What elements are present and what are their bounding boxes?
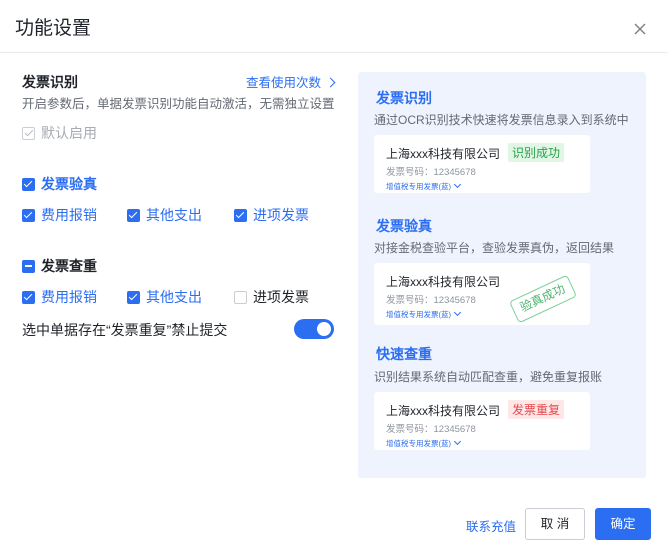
usage-count-link[interactable]: 查看使用次数 — [246, 72, 336, 91]
verification-option-label: 进项发票 — [253, 207, 309, 223]
duplicate-option-input[interactable]: 进项发票 — [234, 287, 309, 307]
toggle-knob — [317, 322, 331, 336]
invoice-company: 上海xxx科技有限公司 — [386, 275, 501, 289]
verification-option-input[interactable]: 进项发票 — [234, 205, 309, 225]
cancel-button[interactable]: 取 消 — [525, 508, 585, 540]
invoice-number: 发票号码：12345678 — [386, 167, 476, 178]
dialog-header: 功能设置 — [0, 0, 668, 53]
invoice-card: 上海xxx科技有限公司 识别成功 发票号码：12345678 增值税专用发票(蓝… — [374, 135, 590, 193]
preview-verification-description: 对接金税查验平台，查验发票真伪，返回结果 — [374, 241, 615, 255]
verification-checkbox[interactable]: 发票验真 — [22, 174, 97, 194]
checkbox-checked-icon — [22, 177, 35, 191]
status-badge: 识别成功 — [508, 143, 565, 162]
chevron-down-icon — [453, 437, 462, 446]
checkbox-checked-icon — [22, 208, 35, 222]
duplicate-option-expense[interactable]: 费用报销 — [22, 287, 97, 307]
invoice-card: 上海xxx科技有限公司 发票号码：12345678 增值税专用发票(蓝) 验真成… — [374, 263, 590, 325]
duplicate-title: 发票查重 — [41, 258, 97, 274]
invoice-type: 增值税专用发票(蓝) — [386, 437, 462, 449]
verified-stamp: 验真成功 — [508, 274, 578, 324]
dialog-title: 功能设置 — [15, 18, 92, 39]
close-icon[interactable] — [631, 20, 649, 38]
block-duplicate-setting: 选中单据存在“发票重复”禁止提交 — [22, 320, 227, 340]
duplicate-option-other[interactable]: 其他支出 — [127, 287, 202, 307]
duplicate-option-label: 费用报销 — [41, 289, 97, 305]
duplicate-option-label: 其他支出 — [146, 289, 202, 305]
invoice-type: 增值税专用发票(蓝) — [386, 308, 462, 320]
recognition-description: 开启参数后，单据发票识别功能自动激活，无需独立设置 — [22, 97, 335, 111]
preview-recognition-title: 发票识别 — [376, 90, 432, 106]
usage-count-label: 查看使用次数 — [246, 76, 322, 90]
invoice-type-label: 增值税专用发票(蓝) — [386, 182, 451, 191]
checkbox-checked-icon — [127, 290, 140, 304]
invoice-type: 增值税专用发票(蓝) — [386, 180, 462, 192]
chevron-right-icon — [325, 77, 336, 88]
default-enabled-label: 默认启用 — [41, 125, 97, 141]
recognition-title: 发票识别 — [22, 74, 78, 90]
checkbox-checked-icon — [22, 290, 35, 304]
invoice-type-label: 增值税专用发票(蓝) — [386, 310, 451, 319]
checkbox-unchecked-icon — [234, 290, 247, 304]
preview-verification-title: 发票验真 — [376, 218, 432, 234]
invoice-card: 上海xxx科技有限公司 发票重复 发票号码：12345678 增值税专用发票(蓝… — [374, 392, 590, 450]
preview-recognition-description: 通过OCR识别技术快速将发票信息录入到系统中 — [374, 113, 629, 127]
block-duplicate-label: 选中单据存在“发票重复”禁止提交 — [22, 322, 228, 338]
chevron-down-icon — [453, 308, 462, 317]
preview-duplicate-description: 识别结果系统自动匹配查重，避免重复报账 — [374, 370, 603, 384]
status-badge: 发票重复 — [508, 400, 565, 419]
checkbox-checked-icon — [234, 208, 247, 222]
verification-option-label: 费用报销 — [41, 207, 97, 223]
preview-duplicate-title: 快速查重 — [376, 346, 432, 362]
invoice-company: 上海xxx科技有限公司 — [386, 147, 501, 161]
checkbox-disabled-icon — [22, 126, 35, 140]
verification-option-expense[interactable]: 费用报销 — [22, 205, 97, 225]
verification-title: 发票验真 — [41, 176, 97, 192]
invoice-number: 发票号码：12345678 — [386, 424, 476, 435]
invoice-type-label: 增值税专用发票(蓝) — [386, 439, 451, 448]
preview-panel: 发票识别 通过OCR识别技术快速将发票信息录入到系统中 上海xxx科技有限公司 … — [358, 72, 646, 478]
chevron-down-icon — [453, 180, 462, 189]
checkbox-checked-icon — [127, 208, 140, 222]
invoice-company: 上海xxx科技有限公司 — [386, 404, 501, 418]
contact-recharge-link[interactable]: 联系充值 — [466, 516, 516, 535]
confirm-button[interactable]: 确定 — [595, 508, 651, 540]
invoice-number: 发票号码：12345678 — [386, 295, 476, 306]
verification-option-other[interactable]: 其他支出 — [127, 205, 202, 225]
block-duplicate-toggle[interactable] — [294, 319, 334, 339]
duplicate-checkbox[interactable]: 发票查重 — [22, 256, 97, 276]
default-enabled-checkbox: 默认启用 — [22, 123, 97, 143]
verification-option-label: 其他支出 — [146, 207, 202, 223]
duplicate-option-label: 进项发票 — [253, 289, 309, 305]
checkbox-indeterminate-icon — [22, 259, 35, 273]
